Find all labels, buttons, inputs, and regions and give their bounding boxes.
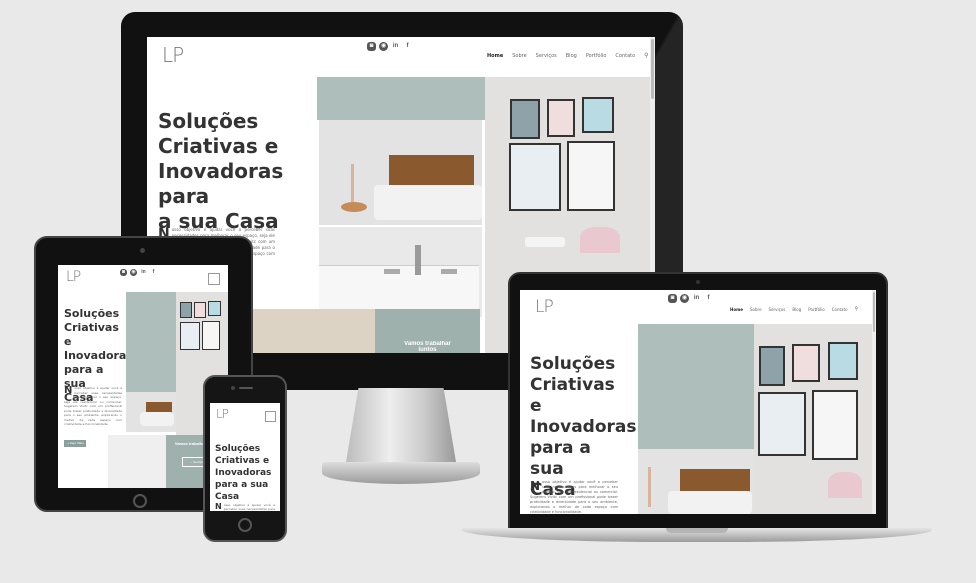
search-icon[interactable]: ⚲ — [855, 306, 859, 312]
menu-toggle-icon[interactable] — [265, 411, 276, 422]
main-nav: Home Sobre Serviços Blog Portfólio Conta… — [487, 52, 649, 59]
cta-block: Vamos trabalhar juntos — [375, 309, 480, 353]
pinterest-icon[interactable]: ◉ — [680, 294, 689, 303]
nav-portfolio[interactable]: Portfólio — [586, 53, 607, 59]
tablet-home-button[interactable] — [133, 494, 147, 508]
site-logo[interactable]: LP — [162, 43, 184, 67]
bedroom-photo — [319, 120, 482, 225]
facebook-icon[interactable]: f — [704, 294, 713, 303]
nav-contato[interactable]: Contato — [615, 53, 635, 59]
social-links: ◙ ◉ in f — [120, 269, 157, 276]
intro-paragraph: Nosso objetivo é ajudar você a perceber … — [530, 480, 618, 514]
bathroom-photo — [108, 435, 168, 488]
laptop-notch — [666, 528, 728, 533]
hero-title: Soluções Criativas e Inovadoras para a s… — [215, 444, 272, 502]
site-logo[interactable]: LP — [535, 297, 554, 317]
laptop-screen: LP ◙ ◉ in f Home Sobre Serviços Blog Por… — [520, 290, 876, 514]
hero-title: Soluções Criativas e Inovadoras para a s… — [158, 109, 284, 233]
intro-paragraph: Nosso objetivo é ajudar você a perceber … — [215, 503, 275, 511]
hero-mint-block — [638, 324, 754, 449]
pinterest-icon[interactable]: ◉ — [379, 42, 388, 51]
phone-speaker — [239, 387, 253, 389]
nav-home[interactable]: Home — [730, 307, 743, 312]
laptop-camera — [696, 280, 700, 284]
see-more-button[interactable]: → Veja Mais — [64, 440, 86, 447]
nav-sobre[interactable]: Sobre — [512, 53, 526, 59]
facebook-icon[interactable]: f — [150, 269, 157, 276]
phone-home-button[interactable] — [238, 518, 252, 532]
phone-device: LP Soluções Criativas e Inovadoras para … — [203, 375, 287, 542]
scrollbar[interactable] — [872, 290, 876, 514]
laptop-device: LP ◙ ◉ in f Home Sobre Serviços Blog Por… — [508, 272, 888, 530]
instagram-icon[interactable]: ◙ — [668, 294, 677, 303]
phone-screen: LP Soluções Criativas e Inovadoras para … — [210, 403, 280, 511]
bedroom-photo — [638, 449, 754, 514]
search-icon[interactable]: ⚲ — [644, 52, 648, 59]
site-logo[interactable]: LP — [66, 269, 81, 285]
main-nav: Home Sobre Serviços Blog Portfólio Conta… — [730, 306, 858, 312]
nav-contato[interactable]: Contato — [832, 307, 848, 312]
nav-portfolio[interactable]: Portfólio — [808, 307, 824, 312]
nav-blog[interactable]: Blog — [566, 53, 577, 59]
menu-toggle-icon[interactable] — [208, 273, 220, 285]
nav-servicos[interactable]: Serviços — [536, 53, 557, 59]
social-links: ◙ ◉ in f — [668, 294, 713, 303]
instagram-icon[interactable]: ◙ — [367, 42, 376, 51]
imac-stand-neck — [345, 388, 457, 468]
linkedin-icon[interactable]: in — [391, 42, 400, 51]
instagram-icon[interactable]: ◙ — [120, 269, 127, 276]
phone-camera — [231, 386, 235, 390]
nav-home[interactable]: Home — [487, 53, 503, 59]
site-logo[interactable]: LP — [216, 407, 229, 421]
nav-blog[interactable]: Blog — [792, 307, 801, 312]
hero-mint-block — [317, 77, 485, 120]
cta-title: Vamos trabalhar juntos — [404, 341, 451, 351]
hero-mint-block — [126, 292, 176, 392]
imac-stand-base — [322, 462, 480, 484]
linkedin-icon[interactable]: in — [140, 269, 147, 276]
intro-paragraph: Nosso objetivo é ajudar você a perceber … — [64, 386, 122, 426]
linkedin-icon[interactable]: in — [692, 294, 701, 303]
nav-servicos[interactable]: Serviços — [769, 307, 786, 312]
nav-sobre[interactable]: Sobre — [750, 307, 762, 312]
shelf-photo — [250, 309, 375, 353]
facebook-icon[interactable]: f — [403, 42, 412, 51]
tablet-camera — [140, 248, 145, 253]
gallery-wall-photo — [754, 324, 876, 514]
bedroom-photo — [126, 392, 176, 432]
hero-title: Soluções Criativas e Inovadoras para a s… — [530, 354, 637, 500]
pinterest-icon[interactable]: ◉ — [130, 269, 137, 276]
social-links: ◙ ◉ in f — [367, 42, 412, 51]
bathroom-photo — [319, 227, 482, 317]
